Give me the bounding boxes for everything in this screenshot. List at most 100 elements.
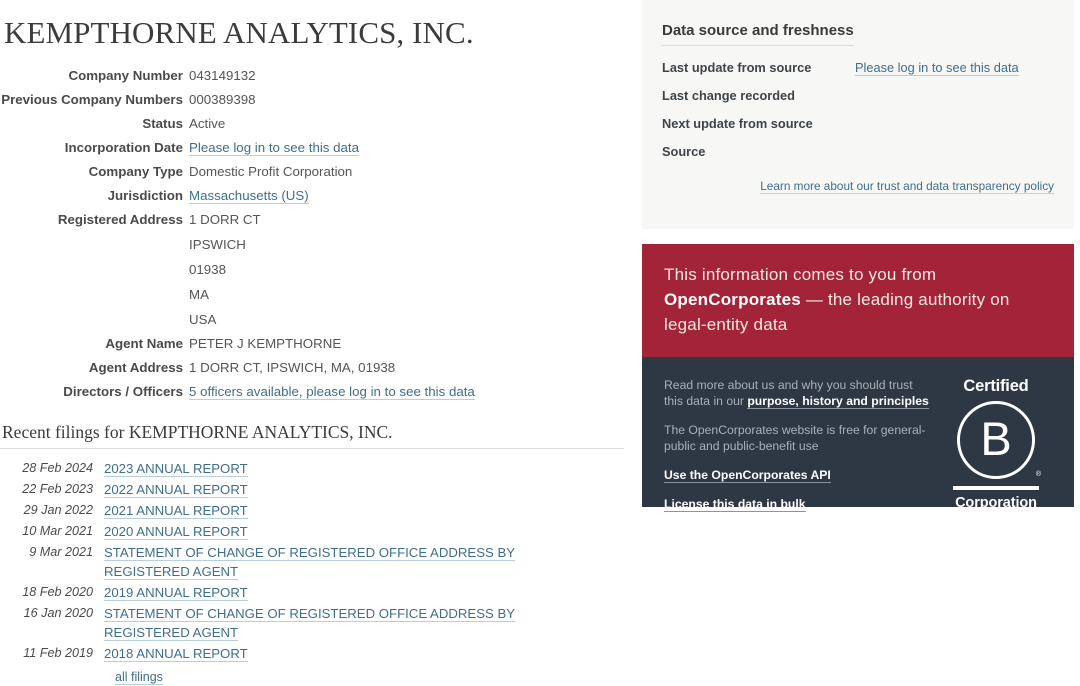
filing-row: 22 Feb 2023 2022 ANNUAL REPORT [0, 480, 624, 499]
filings-list: 28 Feb 2024 2023 ANNUAL REPORT 22 Feb 2023… [0, 459, 624, 663]
company-attribute-label: Agent Address [88, 360, 183, 376]
page-title: KEMPTHORNE ANALYTICS, INC. [4, 15, 474, 50]
data-source-row: Last update from source Please log in to … [662, 60, 1054, 76]
filing-title[interactable]: 2019 ANNUAL REPORT [104, 583, 604, 602]
company-details-column: KEMPTHORNE ANALYTICS, INC. Company Numbe… [0, 0, 632, 686]
company-attribute-link[interactable]: 5 officers available, please log in to s… [189, 384, 475, 401]
filing-date: 10 Mar 2021 [22, 524, 93, 539]
address-line: 01938 [189, 262, 226, 278]
company-attribute-label: Jurisdiction [107, 188, 183, 204]
company-attribute-value: 000389398 [189, 92, 256, 108]
company-attribute-value: Domestic Profit Corporation [189, 164, 353, 180]
company-attribute-label: Registered Address [57, 212, 183, 228]
filing-title[interactable]: STATEMENT OF CHANGE OF REGISTERED OFFICE… [104, 543, 604, 581]
filing-row: 11 Feb 2019 2018 ANNUAL REPORT [0, 644, 624, 663]
filing-date: 28 Feb 2024 [22, 461, 93, 476]
data-source-title: Data source and freshness [662, 22, 854, 46]
data-source-row: Next update from source [662, 116, 1054, 131]
data-source-row: Source [662, 144, 1054, 159]
filing-link[interactable]: 2023 ANNUAL REPORT [104, 461, 248, 478]
company-attribute-link[interactable]: Massachusetts (US) [189, 188, 309, 205]
filing-link[interactable]: STATEMENT OF CHANGE OF REGISTERED OFFICE… [104, 606, 516, 642]
company-attribute-label: Incorporation Date [64, 140, 183, 156]
sidebar-column: Data source and freshness Last update fr… [642, 0, 1074, 512]
company-attribute-label: Status [142, 116, 183, 132]
data-source-label: Source [662, 144, 706, 159]
filing-title[interactable]: 2018 ANNUAL REPORT [104, 644, 604, 663]
purpose-history-principles-link[interactable]: purpose, history and principles [747, 394, 929, 409]
trust-paragraph: Read more about us and why you should tr… [664, 377, 929, 409]
company-attribute-value: PETER J KEMPTHORNE [189, 336, 342, 352]
address-line: USA [189, 312, 217, 328]
bcorp-logo: Certified B ® Corporation [940, 375, 1052, 511]
data-source-panel: Data source and freshness Last update fr… [642, 0, 1074, 229]
data-source-row: Last change recorded [662, 88, 1054, 103]
opencorporates-info-panel: Read more about us and why you should tr… [642, 357, 1074, 512]
filing-date: 9 Mar 2021 [29, 545, 93, 560]
filing-link[interactable]: 2019 ANNUAL REPORT [104, 585, 248, 602]
company-attribute-label: Agent Name [105, 336, 183, 352]
company-attribute-value: 1 DORR CT, IPSWICH, MA, 01938 [189, 360, 396, 376]
promo-brand-name: OpenCorporates [664, 290, 801, 309]
use-api-link[interactable]: Use the OpenCorporates API [664, 468, 831, 483]
company-attribute-value[interactable]: Please log in to see this data [189, 140, 632, 157]
filing-row: 16 Jan 2020 STATEMENT OF CHANGE OF REGIST… [0, 604, 624, 642]
filing-title[interactable]: 2022 ANNUAL REPORT [104, 480, 604, 499]
recent-filings-section: Recent filings for KEMPTHORNE ANALYTICS,… [0, 422, 624, 686]
data-source-label: Last change recorded [662, 88, 795, 103]
company-attribute-label: Company Type [88, 164, 183, 180]
company-attributes-list: Company Number 043149132 Previous Company … [0, 68, 632, 401]
company-attribute-row: Jurisdiction Massachusetts (US) [0, 188, 632, 205]
filing-row: 9 Mar 2021 STATEMENT OF CHANGE OF REGISTE… [0, 543, 624, 581]
company-attribute-label: Company Number [68, 68, 183, 84]
opencorporates-promo-banner: This information comes to you from OpenC… [642, 244, 1074, 357]
filing-row: 10 Mar 2021 2020 ANNUAL REPORT [0, 522, 624, 541]
info-panel-text-column: Read more about us and why you should tr… [664, 375, 929, 512]
company-page: KEMPTHORNE ANALYTICS, INC. Company Numbe… [0, 0, 1080, 686]
filing-link[interactable]: 2020 ANNUAL REPORT [104, 524, 248, 541]
license-bulk-link[interactable]: License this data in bulk [664, 497, 806, 512]
promo-banner-lead: This information comes to you from [664, 265, 937, 284]
company-attribute-value: Active [189, 116, 226, 132]
license-link-row: License this data in bulk [664, 496, 929, 512]
address-line: MA [189, 287, 209, 303]
filing-title[interactable]: 2021 ANNUAL REPORT [104, 501, 604, 520]
company-attribute-label: Previous Company Numbers [1, 92, 183, 108]
address-line: IPSWICH [189, 237, 246, 253]
bcorp-circle-icon: B ® [957, 401, 1041, 479]
company-attribute-row: Company Type Domestic Profit Corporation [0, 164, 632, 180]
filing-row: 29 Jan 2022 2021 ANNUAL REPORT [0, 501, 624, 520]
filing-date: 16 Jan 2020 [23, 606, 93, 621]
company-attribute-value[interactable]: 5 officers available, please log in to s… [189, 384, 632, 401]
filing-date: 18 Feb 2020 [22, 585, 93, 600]
company-attribute-row: Directors / Officers 5 officers available… [0, 384, 632, 401]
all-filings-link[interactable]: all filings [115, 670, 163, 686]
data-source-login-link[interactable]: Please log in to see this data [855, 60, 1019, 76]
address-line: 1 DORR CT [189, 212, 261, 228]
filing-link[interactable]: 2022 ANNUAL REPORT [104, 482, 248, 499]
filing-title[interactable]: STATEMENT OF CHANGE OF REGISTERED OFFICE… [104, 604, 604, 642]
company-attribute-link[interactable]: Please log in to see this data [189, 140, 360, 157]
filing-link[interactable]: 2021 ANNUAL REPORT [104, 503, 248, 520]
bcorp-certified-label: Certified [963, 377, 1029, 395]
company-attribute-value: 043149132 [189, 68, 256, 84]
filing-date: 11 Feb 2019 [23, 646, 93, 661]
filing-title[interactable]: 2023 ANNUAL REPORT [104, 459, 604, 478]
filing-date: 22 Feb 2023 [22, 482, 93, 497]
api-link-row: Use the OpenCorporates API [664, 467, 929, 483]
filing-date: 29 Jan 2022 [23, 503, 93, 518]
company-attribute-row: Agent Name PETER J KEMPTHORNE [0, 336, 632, 352]
trust-policy-link[interactable]: Learn more about our trust and data tran… [760, 179, 1054, 194]
data-source-value[interactable]: Please log in to see this data [855, 60, 1054, 76]
filing-row: 28 Feb 2024 2023 ANNUAL REPORT [0, 459, 624, 478]
company-attribute-row: Registered Address 1 DORR CT IPSWICH 01938 M… [0, 212, 632, 328]
free-use-paragraph: The OpenCorporates website is free for g… [664, 423, 926, 453]
filing-link[interactable]: 2018 ANNUAL REPORT [104, 646, 248, 663]
data-source-rows: Last update from source Please log in to … [662, 60, 1054, 159]
company-attribute-value[interactable]: Massachusetts (US) [189, 188, 632, 205]
company-attribute-row: Status Active [0, 116, 632, 132]
filing-link[interactable]: STATEMENT OF CHANGE OF REGISTERED OFFICE… [104, 545, 516, 581]
company-attribute-row: Previous Company Numbers 000389398 [0, 92, 632, 108]
filing-title[interactable]: 2020 ANNUAL REPORT [104, 522, 604, 541]
company-attribute-row: Agent Address 1 DORR CT, IPSWICH, MA, 019… [0, 360, 632, 376]
